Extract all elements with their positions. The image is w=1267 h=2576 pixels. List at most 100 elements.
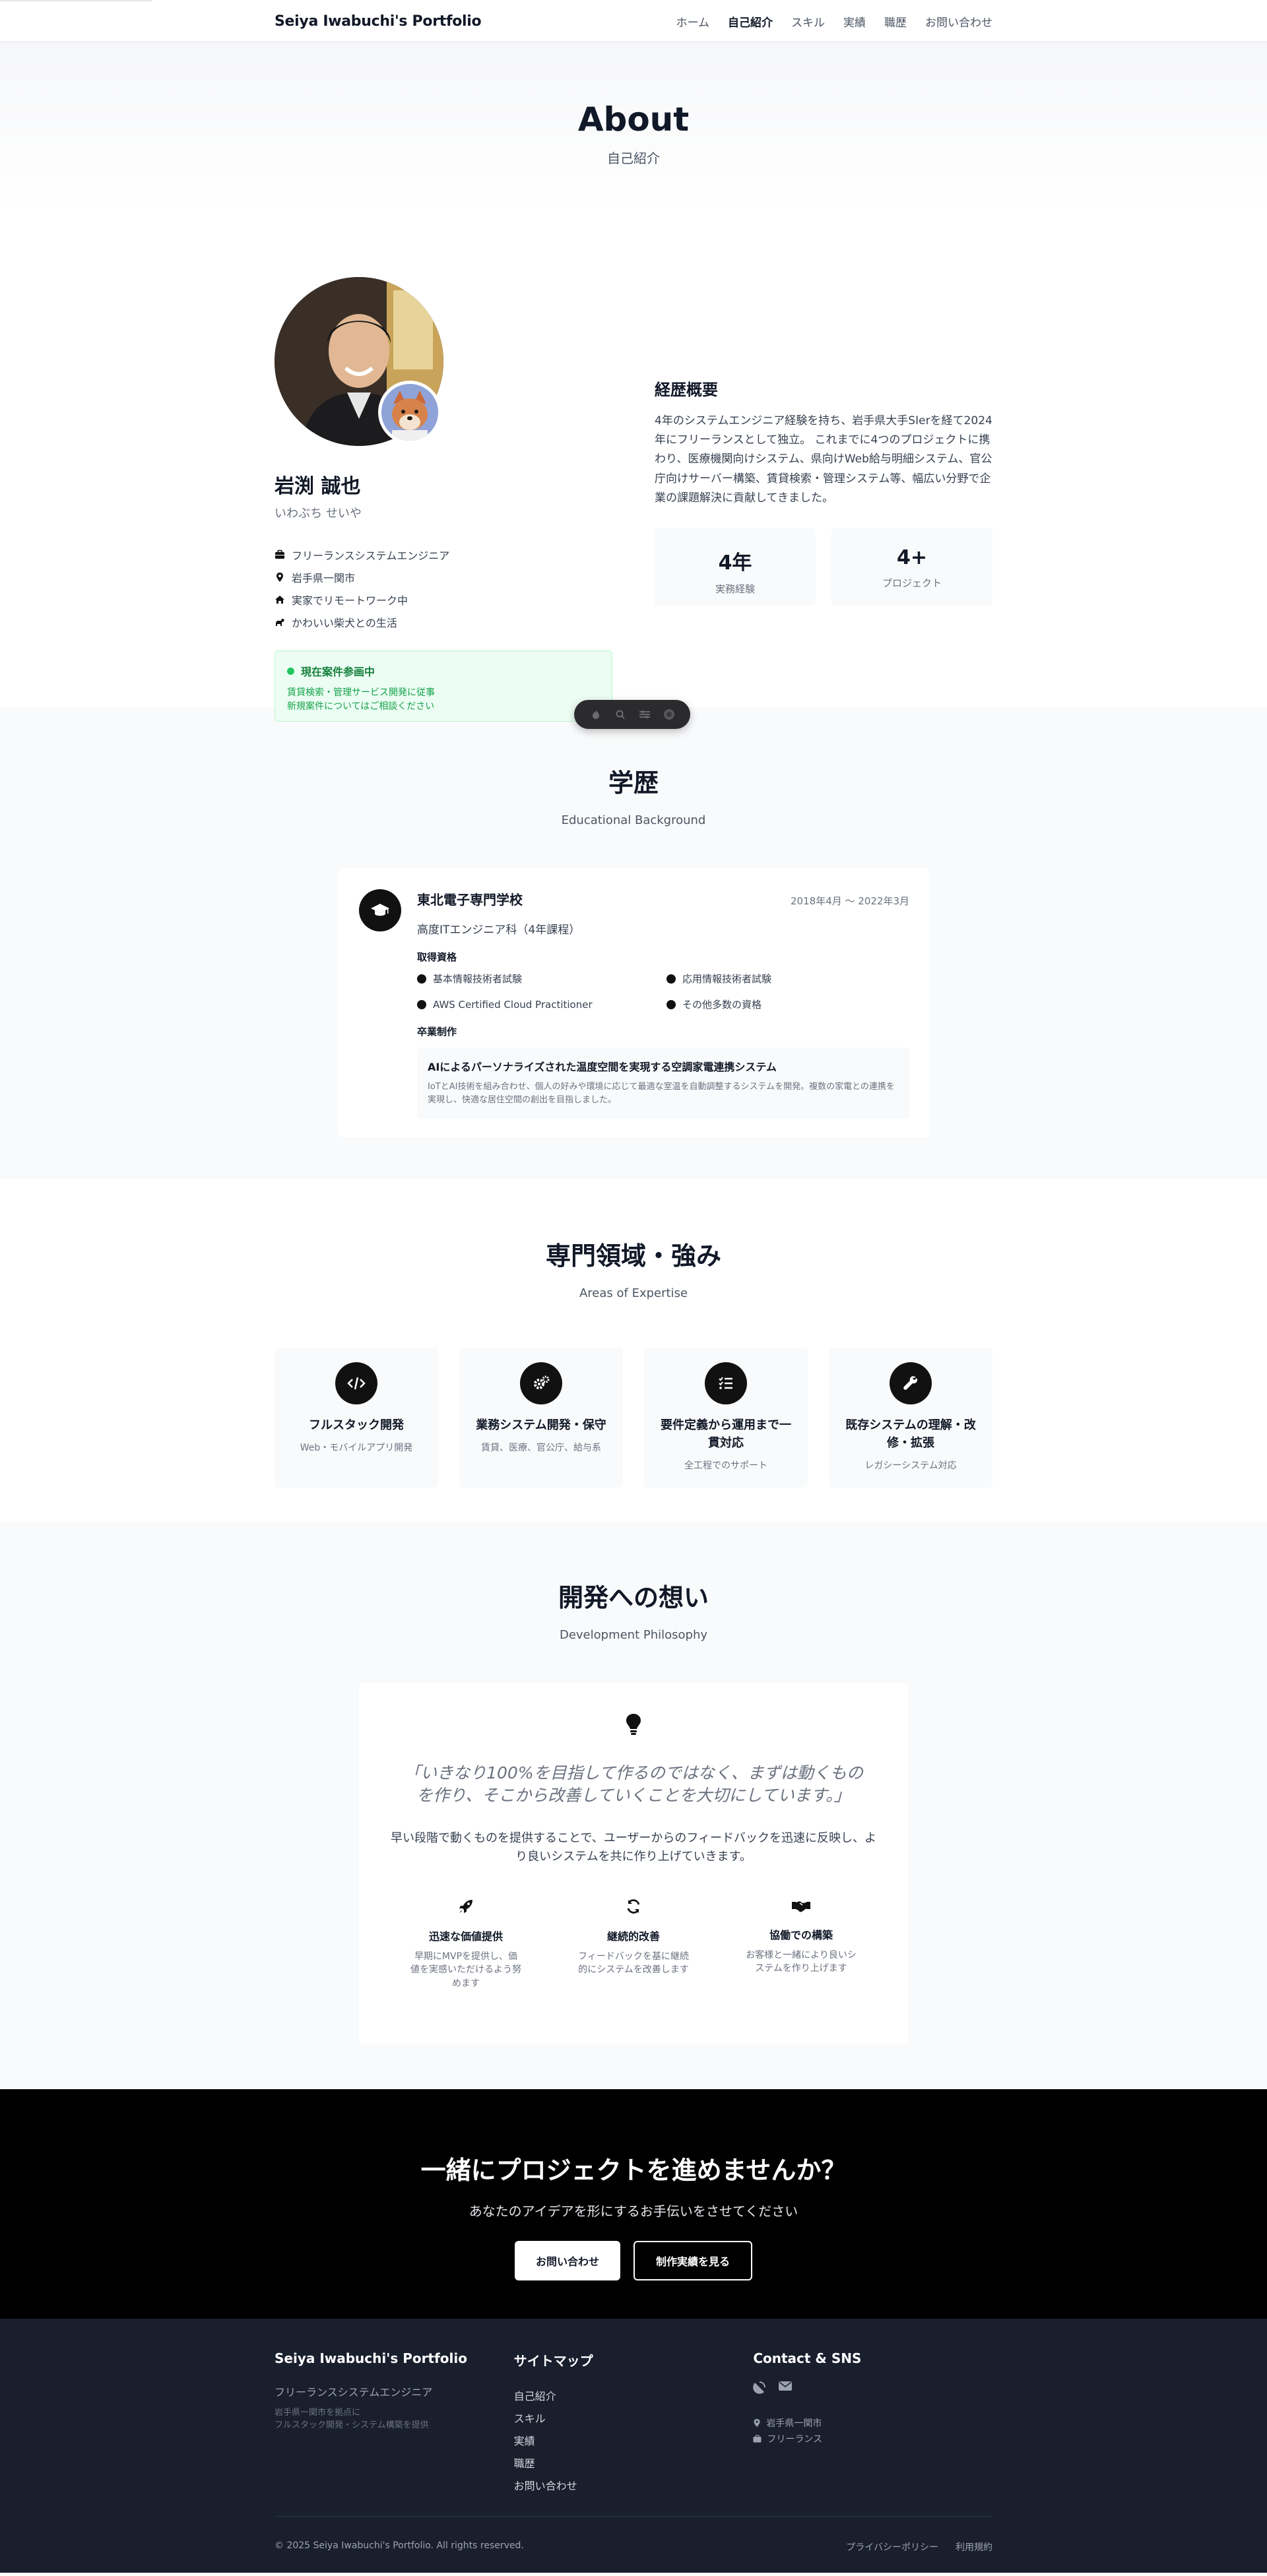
lightbulb-icon	[359, 1713, 908, 1736]
footer-brand: Seiya Iwabuchi's Portfolio	[275, 2350, 467, 2366]
nav-home[interactable]: ホーム	[676, 13, 710, 30]
fact-occupation: フリーランスシステムエンジニア	[275, 544, 612, 566]
stat-label: プロジェクト	[882, 577, 942, 590]
principle-desc: 早期にMVPを提供し、価値を実感いただけるよう努めます	[410, 1951, 521, 1989]
sitemap-link-about[interactable]: 自己紹介	[514, 2384, 754, 2406]
status-heading: 現在案件参画中	[287, 663, 600, 679]
qualifications-list: 基本情報技術者試験 応用情報技術者試験 AWS Certified Cloud …	[417, 972, 909, 1011]
school-name: 東北電子専門学校	[417, 892, 523, 908]
principle-title: 迅速な価値提供	[428, 1930, 503, 1943]
sitemap-list: 自己紹介 スキル 実績 職歴 お問い合わせ	[514, 2384, 754, 2496]
briefcase-icon	[753, 2435, 762, 2443]
expertise-sub: Web・モバイルアプリ開発	[300, 1443, 413, 1453]
education-card: 東北電子専門学校 2018年4月 〜 2022年3月 高度ITエンジニア科（4年…	[338, 868, 929, 1137]
footer-about: Seiya Iwabuchi's Portfolio フリーランスシステムエンジ…	[275, 2350, 514, 2496]
status-line: 新規案件についてはご相談ください	[287, 701, 435, 712]
avatar-group	[275, 277, 443, 446]
briefcase-icon	[275, 550, 284, 559]
education-title: 学歴	[608, 769, 659, 798]
contact-title: Contact & SNS	[753, 2350, 862, 2366]
principle-desc: フィードバックを基に継続的にシステムを改善します	[578, 1951, 689, 1976]
sitemap-link-contact[interactable]: お問い合わせ	[514, 2474, 754, 2496]
rocket-icon	[459, 1900, 472, 1914]
sitemap-link-career[interactable]: 職歴	[514, 2451, 754, 2474]
envelope-icon[interactable]	[778, 2381, 793, 2397]
qualification-item: その他多数の資格	[666, 997, 909, 1011]
qualification-item: AWS Certified Cloud Practitioner	[417, 997, 666, 1011]
wrench-icon	[890, 1362, 932, 1404]
career-column: 経歴概要 4年のシステムエンジニア経験を持ち、岩手県大手SIerを経て2024年…	[655, 277, 992, 707]
expertise-title: フルスタック開発	[309, 1418, 404, 1432]
project-description: IoTとAI技術を組み合わせ、個人の好みや環境に応じて最適な室温を自動調整するシ…	[428, 1082, 895, 1106]
expertise-section: 専門領域・強み Areas of Expertise フルスタック開発 Web・…	[0, 1179, 1267, 1522]
fact-text: 岩手県一関市	[292, 572, 356, 584]
expertise-sub: レガシーシステム対応	[864, 1461, 957, 1471]
nav-skills[interactable]: スキル	[791, 13, 825, 30]
about-hero: About 自己紹介	[0, 42, 1267, 212]
search-icon[interactable]	[613, 707, 628, 722]
sitemap-link-works[interactable]: 実績	[514, 2429, 754, 2451]
stat-label: 実務経験	[715, 583, 755, 596]
nav-about[interactable]: 自己紹介	[728, 13, 773, 30]
qualification-item: 応用情報技術者試験	[666, 972, 909, 986]
privacy-policy-link[interactable]: プライバシーポリシー	[846, 2540, 938, 2554]
sitemap-link-skills[interactable]: スキル	[514, 2406, 754, 2429]
career-heading: 経歴概要	[655, 381, 718, 399]
workstyle-text: フリーランス	[767, 2434, 823, 2445]
status-line: 賃貸検索・管理サービス開発に従事	[287, 687, 435, 698]
qualification-item: 基本情報技術者試験	[417, 972, 666, 986]
expertise-sub: 賃貸、医療、官公庁、給与系	[481, 1443, 601, 1453]
terms-link[interactable]: 利用規約	[956, 2540, 992, 2554]
flame-icon[interactable]	[589, 707, 603, 722]
profile-column: 岩渕 誠也 いわぶち せいや フリーランスシステムエンジニア 岩手県一関市 実家…	[275, 277, 612, 722]
contact-location: 岩手県一関市	[753, 2415, 992, 2431]
status-dot-icon	[287, 667, 294, 675]
fact-text: フリーランスシステムエンジニア	[292, 550, 450, 562]
dog-photo	[378, 381, 441, 444]
qualifications-label: 取得資格	[417, 951, 457, 963]
footer-contact: Contact & SNS 岩手県一関市 フリーランス	[753, 2350, 992, 2496]
page-title: About	[577, 100, 690, 139]
handshake-icon	[792, 1901, 810, 1912]
main-nav: ホーム 自己紹介 スキル 実績 職歴 お問い合わせ	[676, 13, 993, 30]
expertise-grid: フルスタック開発 Web・モバイルアプリ開発 業務システム開発・保守 賃貸、医療…	[275, 1348, 992, 1488]
footer-role: フリーランスシステムエンジニア	[275, 2386, 433, 2399]
philosophy-card: 「いきなり100%を目指して作るのではなく、まずは動くものを作り、そこから改善し…	[359, 1683, 908, 2044]
philosophy-subtitle: Development Philosophy	[559, 1628, 708, 1642]
legal-links: プライバシーポリシー 利用規約	[846, 2540, 992, 2554]
expertise-card: 業務システム開発・保守 賃貸、医療、官公庁、給与系	[459, 1348, 623, 1488]
fact-text: かわいい柴犬との生活	[292, 617, 397, 629]
location-text: 岩手県一関市	[766, 2418, 822, 2429]
graduation-cap-icon	[359, 889, 401, 931]
fact-location: 岩手県一関市	[275, 566, 612, 588]
record-icon[interactable]	[662, 707, 676, 722]
profile-facts: フリーランスシステムエンジニア 岩手県一関市 実家でリモートワーク中 かわいい柴…	[275, 544, 612, 633]
nav-career[interactable]: 職歴	[884, 13, 907, 30]
principles-list: 迅速な価値提供 早期にMVPを提供し、価値を実感いただけるよう努めます 継続的改…	[359, 1899, 908, 1990]
expertise-card: 要件定義から運用まで一貫対応 全工程でのサポート	[644, 1348, 808, 1488]
stat-experience: 4年 実務経験	[655, 528, 816, 606]
expertise-sub: 全工程でのサポート	[684, 1461, 767, 1471]
nav-works[interactable]: 実績	[843, 13, 866, 30]
nav-contact[interactable]: お問い合わせ	[925, 13, 992, 30]
expertise-title: 要件定義から運用まで一貫対応	[661, 1418, 791, 1450]
contact-lines: 岩手県一関市 フリーランス	[753, 2415, 992, 2447]
profile-kana: いわぶち せいや	[275, 507, 362, 520]
project-title: AIによるパーソナライズされた温度空間を実現する空調家電連携システム	[428, 1061, 777, 1073]
cta-buttons: お問い合わせ 制作実績を見る	[0, 2241, 1267, 2280]
principle-title: 協働での構築	[769, 1929, 833, 1942]
brand-link[interactable]: Seiya Iwabuchi's Portfolio	[275, 13, 482, 30]
satellite-dish-icon[interactable]	[753, 2381, 766, 2397]
contact-button[interactable]: お問い合わせ	[515, 2241, 620, 2280]
footer-desc-line: 岩手県一関市を拠点に	[275, 2408, 361, 2418]
view-works-button[interactable]: 制作実績を見る	[634, 2241, 752, 2280]
expertise-subtitle: Areas of Expertise	[579, 1286, 688, 1300]
site-footer: Seiya Iwabuchi's Portfolio フリーランスシステムエンジ…	[0, 2319, 1267, 2573]
home-icon	[275, 596, 284, 604]
sns-links	[753, 2381, 992, 2397]
settings-icon[interactable]	[637, 707, 652, 722]
expertise-card: フルスタック開発 Web・モバイルアプリ開発	[275, 1348, 438, 1488]
page-subtitle: 自己紹介	[607, 150, 660, 166]
footer-bottom: © 2025 Seiya Iwabuchi's Portfolio. All r…	[275, 2516, 992, 2554]
expertise-title: 既存システムの理解・改修・拡張	[845, 1418, 976, 1450]
